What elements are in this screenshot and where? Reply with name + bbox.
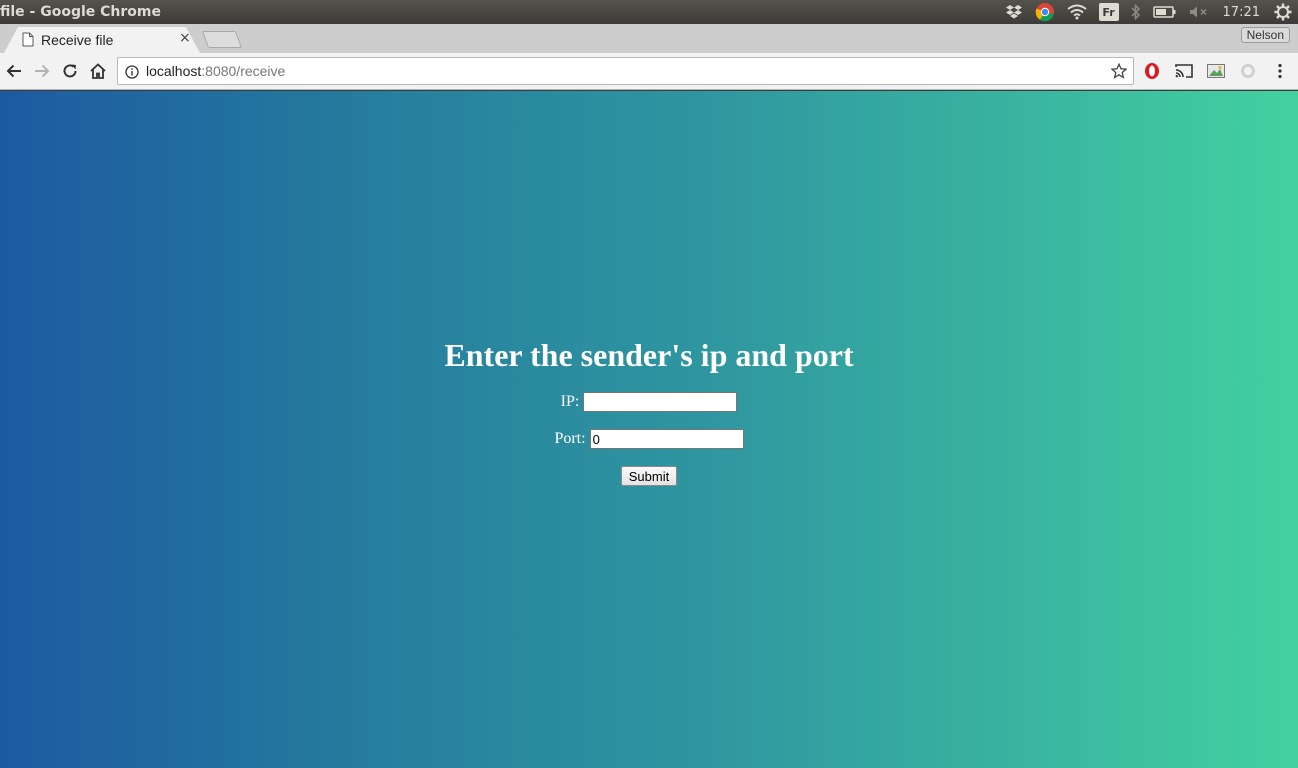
home-icon[interactable] bbox=[88, 61, 108, 81]
battery-icon[interactable] bbox=[1152, 0, 1177, 24]
tab-title: Receive file bbox=[41, 32, 114, 48]
ip-row: IP: bbox=[0, 392, 1298, 412]
tab-receive-file[interactable]: Receive file × bbox=[4, 27, 200, 53]
menu-kebab-icon[interactable] bbox=[1270, 61, 1290, 81]
volume-muted-icon[interactable] bbox=[1189, 0, 1209, 24]
page-favicon-icon bbox=[22, 32, 34, 51]
ip-input[interactable] bbox=[583, 392, 738, 412]
url-path: :8080/receive bbox=[201, 63, 286, 79]
page-heading: Enter the sender's ip and port bbox=[444, 337, 854, 373]
port-input[interactable] bbox=[589, 429, 744, 449]
new-tab-button[interactable] bbox=[201, 31, 243, 48]
submit-button[interactable]: Submit bbox=[620, 466, 678, 486]
address-bar[interactable]: localhost:8080/receive bbox=[117, 57, 1134, 85]
back-arrow-icon[interactable] bbox=[4, 61, 24, 81]
forward-arrow-icon[interactable] bbox=[32, 61, 52, 81]
bookmark-star-icon[interactable] bbox=[1110, 62, 1128, 83]
port-row: Port: bbox=[0, 429, 1298, 449]
info-icon[interactable] bbox=[125, 64, 139, 83]
wifi-icon[interactable] bbox=[1066, 0, 1087, 24]
ip-label: IP: bbox=[560, 393, 580, 410]
reload-icon[interactable] bbox=[60, 61, 80, 81]
dropbox-icon[interactable] bbox=[1005, 0, 1023, 24]
tab-close-icon[interactable]: × bbox=[179, 30, 191, 46]
os-indicators: Fr 17:21 bbox=[999, 0, 1298, 24]
browser-toolbar: localhost:8080/receive bbox=[0, 53, 1298, 90]
page-viewport: Enter the sender's ip and port IP: Port:… bbox=[0, 91, 1298, 768]
receive-form-container: Enter the sender's ip and port IP: Port:… bbox=[0, 336, 1298, 503]
profile-button[interactable]: Nelson bbox=[1240, 27, 1290, 43]
image-extension-icon[interactable] bbox=[1206, 61, 1226, 81]
os-top-panel: file - Google Chrome Fr 17:21 bbox=[0, 0, 1298, 24]
submit-row: Submit bbox=[0, 466, 1298, 486]
window-title: file - Google Chrome bbox=[0, 4, 161, 20]
keyboard-layout-indicator[interactable]: Fr bbox=[1098, 0, 1119, 24]
cast-icon[interactable] bbox=[1174, 61, 1194, 81]
url-text[interactable]: localhost:8080/receive bbox=[146, 63, 285, 79]
keyboard-layout-label: Fr bbox=[1098, 3, 1119, 21]
settings-gear-icon[interactable] bbox=[1274, 0, 1292, 24]
port-label: Port: bbox=[554, 430, 586, 447]
tab-strip: Receive file × Nelson bbox=[0, 24, 1298, 53]
url-host: localhost bbox=[146, 63, 202, 79]
bluetooth-icon[interactable] bbox=[1131, 0, 1141, 24]
extension-icon[interactable] bbox=[1238, 61, 1258, 81]
opera-icon[interactable] bbox=[1142, 61, 1162, 81]
clock[interactable]: 17:21 bbox=[1223, 0, 1260, 24]
chrome-icon[interactable] bbox=[1035, 0, 1055, 24]
